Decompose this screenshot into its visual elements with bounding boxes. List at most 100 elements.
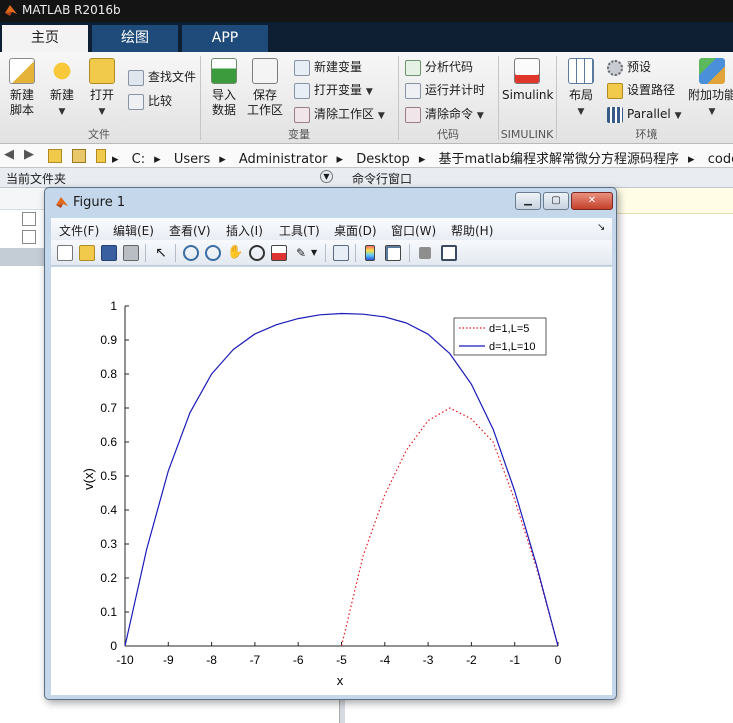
chevron-down-icon: ▼: [365, 87, 373, 97]
data-cursor-icon[interactable]: [271, 245, 287, 261]
chevron-down-icon: ▼: [708, 107, 716, 117]
chevron-down-icon[interactable]: ▼: [311, 245, 319, 261]
x-tick-label: -1: [509, 653, 520, 667]
hide-tools-icon[interactable]: [419, 247, 431, 259]
plot-series: [124, 312, 559, 647]
minimize-button[interactable]: ▁: [515, 192, 541, 210]
set-path-button[interactable]: 设置路径: [607, 79, 675, 101]
y-tick-label: 0.7: [100, 401, 117, 415]
forward-arrow-icon[interactable]: ▶: [24, 147, 34, 162]
import-data-button[interactable]: 导入 数据: [206, 58, 242, 118]
save-icon[interactable]: [101, 245, 117, 261]
parallel-button[interactable]: Parallel ▼: [607, 103, 681, 125]
legend-icon[interactable]: [385, 245, 401, 261]
pane-menu-icon[interactable]: ▼: [320, 170, 333, 183]
figure-titlebar: Figure 1 ▁ ▢ ✕: [51, 192, 613, 214]
series-line-2[interactable]: [124, 312, 559, 647]
y-tick-label: 0.8: [100, 367, 117, 381]
breadcrumb-item[interactable]: code: [708, 152, 733, 167]
file-icon[interactable]: [22, 230, 36, 244]
parallel-icon: [607, 106, 623, 123]
chevron-down-icon: ▼: [377, 111, 385, 121]
close-button[interactable]: ✕: [571, 192, 613, 210]
brush-icon[interactable]: ✎: [293, 245, 309, 261]
y-tick-label: 1: [110, 299, 117, 313]
zoom-out-icon[interactable]: [205, 245, 221, 261]
rotate-3d-icon[interactable]: [249, 245, 265, 261]
pane-header-row: 当前文件夹 ▼ 命令行窗口: [0, 168, 733, 188]
compare-button[interactable]: 比较: [128, 90, 172, 112]
save-workspace-button[interactable]: 保存 工作区: [246, 58, 284, 118]
find-files-label: 查找文件: [148, 70, 197, 84]
pointer-icon[interactable]: ↖: [153, 245, 169, 261]
back-arrow-icon[interactable]: ◀: [4, 147, 14, 162]
menu-tools[interactable]: 工具(T): [279, 222, 320, 239]
new-variable-button[interactable]: 新建变量: [294, 56, 362, 78]
open-button[interactable]: 打开 ▼: [86, 58, 118, 120]
show-tools-icon[interactable]: [441, 245, 457, 261]
ribbon-divider: [556, 56, 557, 140]
tab-home[interactable]: 主页: [2, 25, 88, 52]
current-folder-label: 当前文件夹: [6, 172, 67, 186]
new-figure-icon[interactable]: [57, 245, 73, 261]
open-variable-label: 打开变量: [314, 83, 363, 97]
new-button[interactable]: 新建 ▼: [44, 58, 80, 120]
tab-plots[interactable]: 绘图: [92, 25, 178, 52]
toolbar-divider: [145, 244, 146, 262]
layout-grid-icon: [568, 58, 594, 84]
menu-window[interactable]: 窗口(W): [391, 222, 436, 239]
legend[interactable]: d=1,L=5 d=1,L=10: [453, 317, 547, 356]
clear-workspace-label: 清除工作区: [314, 107, 375, 121]
x-tick-label: -4: [379, 653, 390, 667]
menubar-overflow-icon[interactable]: ↘: [597, 222, 605, 233]
maximize-button[interactable]: ▢: [543, 192, 569, 210]
new-script-button[interactable]: 新建 脚本: [4, 58, 40, 118]
parallel-label: Parallel: [627, 107, 671, 121]
y-tick-label: 0.1: [100, 605, 117, 619]
preferences-button[interactable]: 预设: [607, 56, 651, 78]
print-icon[interactable]: [123, 245, 139, 261]
breadcrumb-item[interactable]: Administrator: [239, 152, 328, 167]
pan-hand-icon[interactable]: ✋: [227, 245, 243, 261]
run-and-time-button[interactable]: 运行并计时: [405, 79, 485, 101]
figure-canvas[interactable]: -10 -9 -8 -7 -6 -5 -4 -3 -2 -1 0 0 0.1 0.2 0.3 0.4 0.5 0.…: [51, 267, 612, 695]
plus-icon: [49, 58, 75, 84]
up-folder-icon[interactable]: [48, 149, 62, 163]
zoom-in-icon[interactable]: [183, 245, 199, 261]
open-file-icon[interactable]: [79, 245, 95, 261]
breadcrumb-item[interactable]: C:: [132, 152, 145, 167]
addons-button[interactable]: 附加功能 ▼: [688, 58, 733, 120]
breadcrumb-item[interactable]: Desktop: [356, 152, 410, 167]
colorbar-icon[interactable]: [365, 245, 375, 261]
menu-desktop[interactable]: 桌面(D): [334, 222, 377, 239]
x-tick-label: -3: [423, 653, 434, 667]
plot-svg[interactable]: -10 -9 -8 -7 -6 -5 -4 -3 -2 -1 000.10.20.30.40.50.…: [51, 267, 612, 695]
browse-folder-icon[interactable]: [72, 149, 86, 163]
find-files-button[interactable]: 查找文件: [128, 66, 196, 88]
analyze-code-button[interactable]: 分析代码: [405, 56, 473, 78]
menu-edit[interactable]: 编辑(E): [113, 222, 154, 239]
clear-commands-button[interactable]: 清除命令 ▼: [405, 103, 484, 125]
matlab-titlebar: MATLAB R2016b: [0, 0, 733, 22]
menu-file[interactable]: 文件(F): [59, 222, 99, 239]
tab-apps[interactable]: APP: [182, 25, 268, 52]
ribbon-divider: [498, 56, 499, 140]
toolbar-divider: [175, 244, 176, 262]
menu-view[interactable]: 查看(V): [169, 222, 211, 239]
link-plot-icon[interactable]: [333, 245, 349, 261]
menu-help[interactable]: 帮助(H): [451, 222, 493, 239]
breadcrumb-item[interactable]: Users: [174, 152, 210, 167]
open-variable-button[interactable]: 打开变量 ▼: [294, 79, 373, 101]
simulink-button[interactable]: Simulink: [502, 58, 553, 103]
import-arrow-icon: [211, 58, 237, 84]
new-variable-label: 新建变量: [314, 60, 363, 74]
new-label: 新建: [49, 88, 74, 102]
file-icon[interactable]: [22, 212, 36, 226]
gear-icon: [607, 59, 623, 76]
preferences-label: 预设: [627, 60, 652, 74]
menu-insert[interactable]: 插入(I): [226, 222, 263, 239]
figure-window: Figure 1 ▁ ▢ ✕ 文件(F) 编辑(E) 查看(V) 插入(I) 工…: [44, 187, 617, 700]
layout-button[interactable]: 布局 ▼: [564, 58, 598, 120]
breadcrumb-item[interactable]: 基于matlab编程求解常微分方程源码程序: [438, 152, 679, 167]
clear-workspace-button[interactable]: 清除工作区 ▼: [294, 103, 385, 125]
